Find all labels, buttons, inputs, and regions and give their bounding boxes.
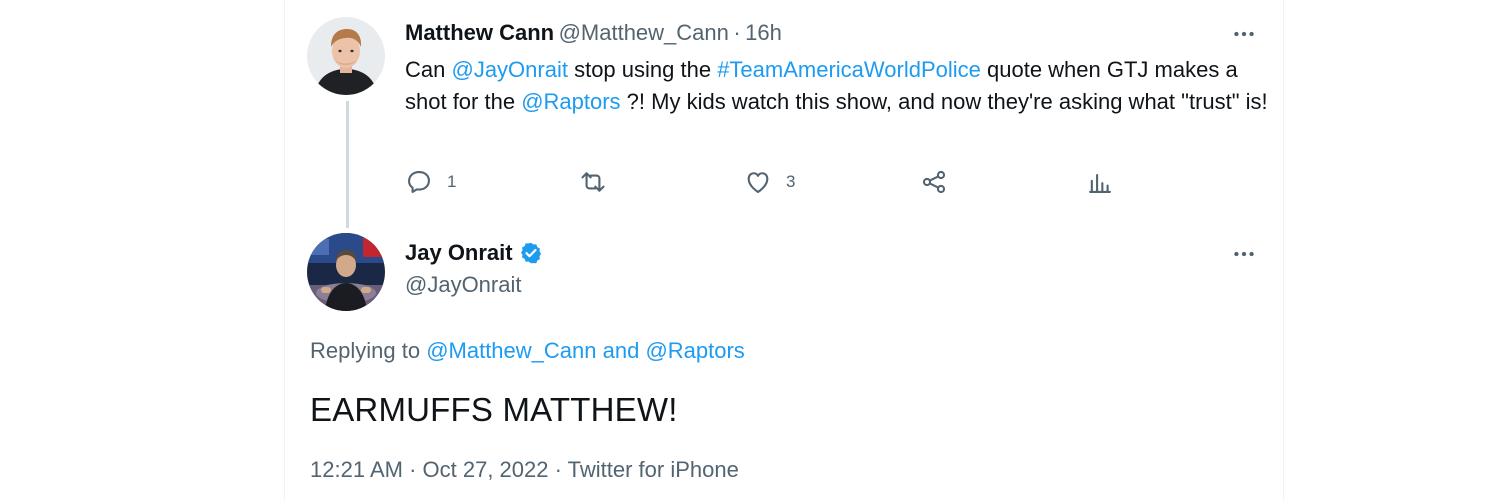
meta-separator: ·: [402, 457, 423, 482]
analytics-icon: [1089, 173, 1111, 193]
replying-prefix: Replying to: [310, 338, 427, 363]
tweet1-more-button[interactable]: [1229, 22, 1259, 46]
tweet-thread-column: Matthew Cann @Matthew_Cann · 16h Can @Ja…: [284, 0, 1284, 500]
replying-and: and: [596, 338, 646, 363]
hashtag-link[interactable]: #TeamAmericaWorldPolice: [717, 57, 981, 82]
tweet2-author-handle[interactable]: @JayOnrait: [405, 270, 521, 300]
thread-connector-line: [346, 101, 349, 228]
tweet2-author-name[interactable]: Jay Onrait: [405, 238, 513, 268]
reply-button[interactable]: 1: [405, 162, 456, 202]
tweet1-header: Matthew Cann @Matthew_Cann · 16h: [405, 18, 782, 51]
tweet2-name-row: Jay Onrait: [405, 238, 543, 268]
tweet2-more-button[interactable]: [1229, 242, 1259, 266]
replying-mention-matthew-link[interactable]: @Matthew_Cann: [426, 338, 596, 363]
ellipsis-icon: [1234, 251, 1254, 257]
heart-icon: [747, 172, 769, 193]
replying-to-line: Replying to @Matthew_Cann and @Raptors: [310, 336, 745, 366]
like-button[interactable]: 3: [744, 162, 795, 202]
tweet1-text-part: Can: [405, 57, 452, 82]
retweet-button[interactable]: [579, 162, 607, 202]
like-count: 3: [786, 172, 796, 191]
tweet1-text-part: ?! My kids watch this show, and now they…: [620, 89, 1268, 114]
tweet1-text: Can @JayOnrait stop using the #TeamAmeri…: [405, 54, 1275, 118]
reply-count: 1: [447, 172, 457, 191]
tweet1-separator: ·: [733, 20, 741, 45]
reply-icon: [408, 171, 430, 193]
replying-mention-raptors-link[interactable]: @Raptors: [645, 338, 744, 363]
tweet2-metadata: 12:21 AM · Oct 27, 2022 · Twitter for iP…: [310, 455, 739, 485]
tweet2-text: EARMUFFS MATTHEW!: [310, 391, 678, 428]
analytics-button[interactable]: [1086, 162, 1114, 202]
matthew-cann-avatar[interactable]: [307, 17, 385, 95]
tweet2-time[interactable]: 12:21 AM: [310, 457, 403, 482]
tweet1-author-name[interactable]: Matthew Cann: [405, 20, 554, 45]
tweet2-date[interactable]: Oct 27, 2022: [423, 457, 549, 482]
share-button[interactable]: [920, 162, 948, 202]
verified-badge-icon: [520, 242, 541, 264]
tweet1-text-part: stop using the: [567, 57, 718, 82]
tweet1-author-handle[interactable]: @Matthew_Cann: [559, 20, 729, 45]
ellipsis-icon: [1234, 31, 1254, 37]
mention-jayonrait-link[interactable]: @JayOnrait: [451, 57, 567, 82]
jay-onrait-avatar[interactable]: [307, 233, 385, 311]
tweet1-timestamp[interactable]: 16h: [745, 20, 782, 45]
meta-separator: ·: [548, 457, 568, 482]
tweet2-source: Twitter for iPhone: [567, 457, 739, 482]
retweet-icon: [581, 172, 605, 192]
share-icon: [922, 170, 946, 194]
mention-raptors-link[interactable]: @Raptors: [521, 89, 620, 114]
